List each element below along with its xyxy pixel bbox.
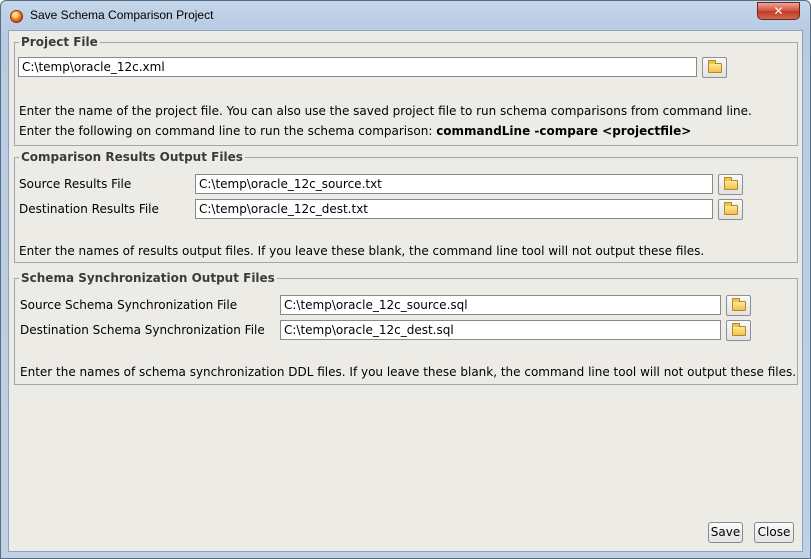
destination-results-input[interactable]: C:\temp\oracle_12c_dest.txt (195, 199, 713, 219)
sync-group-title: Schema Synchronization Output Files (19, 271, 277, 285)
source-results-browse-button[interactable] (718, 174, 743, 195)
destination-sync-browse-button[interactable] (726, 320, 751, 341)
app-icon (10, 10, 23, 23)
destination-results-label: Destination Results File (19, 202, 159, 216)
folder-icon (732, 298, 746, 311)
sync-output-group: Schema Synchronization Output Files Sour… (14, 271, 798, 385)
project-file-input[interactable]: C:\temp\oracle_12c.xml (18, 57, 697, 77)
results-group-title: Comparison Results Output Files (19, 150, 245, 164)
destination-results-browse-button[interactable] (718, 199, 743, 220)
window-title: Save Schema Comparison Project (30, 8, 214, 22)
source-sync-label: Source Schema Synchronization File (20, 298, 238, 312)
source-sync-browse-button[interactable] (726, 295, 751, 316)
title-bar[interactable]: Save Schema Comparison Project ✕ (1, 1, 810, 30)
project-file-note: Enter the name of the project file. You … (19, 104, 752, 118)
folder-icon (732, 323, 746, 336)
command-line-note: Enter the following on command line to r… (19, 124, 691, 138)
source-sync-input[interactable]: C:\temp\oracle_12c_source.sql (280, 295, 721, 315)
results-note: Enter the names of results output files.… (19, 244, 705, 258)
destination-sync-label: Destination Schema Synchronization File (20, 323, 265, 337)
dialog-window: Save Schema Comparison Project ✕ Project… (0, 0, 811, 559)
dialog-content: Project File C:\temp\oracle_12c.xml Ente… (8, 30, 803, 552)
folder-icon (724, 177, 738, 190)
destination-sync-input[interactable]: C:\temp\oracle_12c_dest.sql (280, 320, 721, 340)
folder-icon (724, 202, 738, 215)
command-line-note-text: Enter the following on command line to r… (19, 124, 437, 138)
source-results-label: Source Results File (19, 177, 132, 191)
results-output-group: Comparison Results Output Files Source R… (14, 150, 798, 263)
close-button[interactable]: Close (754, 522, 794, 543)
command-line-command: commandLine -compare <projectfile> (436, 124, 692, 138)
folder-icon (708, 60, 722, 73)
source-results-input[interactable]: C:\temp\oracle_12c_source.txt (195, 174, 713, 194)
save-button[interactable]: Save (708, 522, 743, 543)
sync-note: Enter the names of schema synchronizatio… (20, 365, 797, 379)
project-file-group: Project File C:\temp\oracle_12c.xml Ente… (14, 35, 798, 146)
window-close-button[interactable]: ✕ (757, 2, 800, 20)
project-file-group-title: Project File (19, 35, 100, 49)
close-icon: ✕ (773, 4, 784, 18)
project-file-browse-button[interactable] (702, 57, 727, 78)
